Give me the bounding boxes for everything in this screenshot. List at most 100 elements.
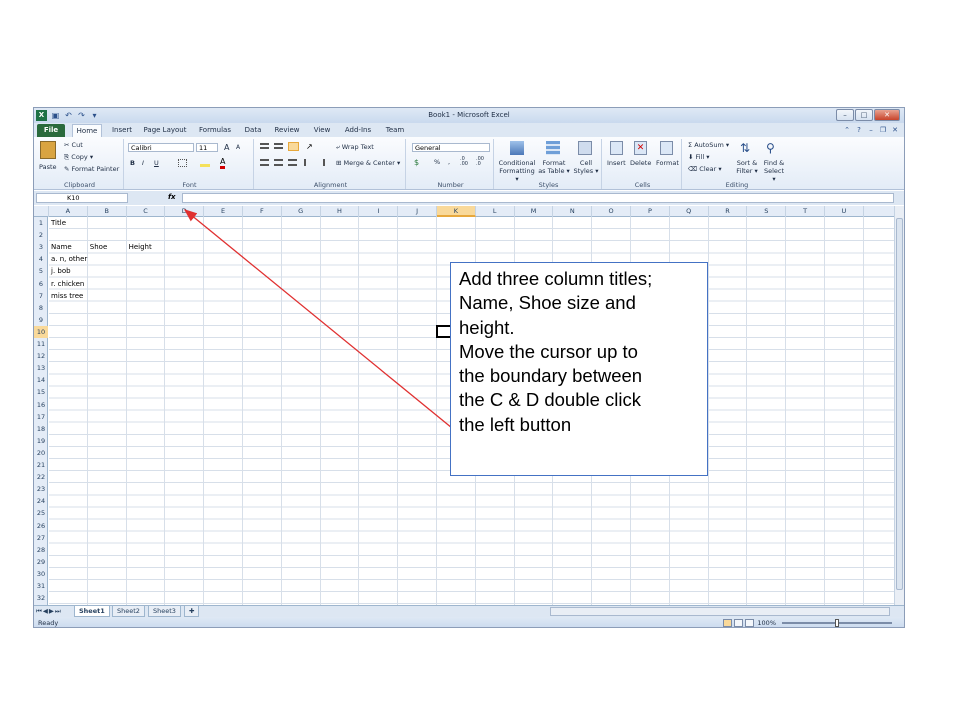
tab-review[interactable]: Review <box>272 124 302 137</box>
row-header-18[interactable]: 18 <box>34 423 48 435</box>
column-header-l[interactable]: L <box>476 206 515 217</box>
wrap-text-button[interactable]: ⤶ Wrap Text <box>336 143 374 152</box>
zoom-level[interactable]: 100% <box>757 619 776 627</box>
comma-button[interactable]: , <box>448 158 450 166</box>
column-header-d[interactable]: D <box>165 206 205 217</box>
row-header-19[interactable]: 19 <box>34 435 48 447</box>
cell-a3[interactable]: Name <box>51 241 72 253</box>
row-header-30[interactable]: 30 <box>34 568 48 580</box>
grow-font-button[interactable]: A <box>224 143 229 152</box>
cut-button[interactable]: ✂ Cut <box>64 141 83 149</box>
normal-view-icon[interactable] <box>723 619 732 627</box>
fill-button[interactable]: ⬇ Fill ▾ <box>688 153 710 161</box>
row-header-6[interactable]: 6 <box>34 278 48 290</box>
insert-sheet-icon[interactable]: ✚ <box>184 606 200 617</box>
format-as-table-button[interactable]: Format as Table ▾ <box>538 159 570 175</box>
font-size-select[interactable]: 11 <box>196 143 218 152</box>
cell-b3[interactable]: Shoe <box>90 241 107 253</box>
percent-button[interactable]: % <box>434 158 440 166</box>
align-middle-icon[interactable] <box>274 143 283 149</box>
row-header-5[interactable]: 5 <box>34 265 48 277</box>
row-header-1[interactable]: 1 <box>34 217 48 229</box>
decrease-decimal-button[interactable]: .00 .0 <box>476 157 490 167</box>
row-header-23[interactable]: 23 <box>34 483 48 495</box>
row-header-27[interactable]: 27 <box>34 532 48 544</box>
column-header-c[interactable]: C <box>127 206 166 217</box>
cell-a7[interactable]: miss tree <box>51 290 83 302</box>
column-header-a[interactable]: A <box>49 206 88 217</box>
sort-filter-button[interactable]: Sort & Filter ▾ <box>736 159 758 175</box>
vertical-scroll-thumb[interactable] <box>896 218 903 590</box>
row-header-9[interactable]: 9 <box>34 314 48 326</box>
cell-a5[interactable]: j. bob <box>51 265 71 277</box>
tab-data[interactable]: Data <box>242 124 264 137</box>
delete-cells-button[interactable]: Delete <box>630 159 651 167</box>
row-header-16[interactable]: 16 <box>34 399 48 411</box>
row-header-22[interactable]: 22 <box>34 471 48 483</box>
cell-styles-button[interactable]: Cell Styles ▾ <box>572 159 600 175</box>
format-painter-button[interactable]: ✎ Format Painter <box>64 165 119 173</box>
font-color-icon[interactable]: A <box>220 157 226 169</box>
tab-insert[interactable]: Insert <box>108 124 136 137</box>
insert-cells-button[interactable]: Insert <box>607 159 626 167</box>
row-header-11[interactable]: 11 <box>34 338 48 350</box>
column-header-e[interactable]: E <box>204 206 243 217</box>
tab-add-ins[interactable]: Add-Ins <box>342 124 374 137</box>
row-header-12[interactable]: 12 <box>34 350 48 362</box>
font-name-select[interactable]: Calibri <box>128 143 194 152</box>
row-header-15[interactable]: 15 <box>34 386 48 398</box>
column-header-j[interactable]: J <box>398 206 437 217</box>
decrease-indent-icon[interactable] <box>304 159 313 166</box>
tab-page-layout[interactable]: Page Layout <box>142 124 188 137</box>
row-header-3[interactable]: 3 <box>34 241 48 253</box>
row-header-32[interactable]: 32 <box>34 592 48 604</box>
tab-home[interactable]: Home <box>72 124 102 137</box>
row-header-31[interactable]: 31 <box>34 580 48 592</box>
column-header-m[interactable]: M <box>515 206 554 217</box>
column-header-g[interactable]: G <box>282 206 321 217</box>
column-header-n[interactable]: N <box>553 206 593 217</box>
column-header-f[interactable]: F <box>243 206 282 217</box>
sheet-tab-sheet2[interactable]: Sheet2 <box>112 606 145 617</box>
name-box[interactable]: K10 <box>36 193 128 203</box>
page-layout-view-icon[interactable] <box>734 619 743 627</box>
sheet-tab-sheet1[interactable]: Sheet1 <box>74 606 110 617</box>
formula-input[interactable] <box>182 193 894 203</box>
currency-icon[interactable]: $ <box>414 158 419 167</box>
italic-button[interactable]: I <box>142 159 144 167</box>
column-header-b[interactable]: B <box>88 206 127 217</box>
row-header-29[interactable]: 29 <box>34 556 48 568</box>
cell-a1[interactable]: Title <box>51 217 66 229</box>
doc-minimize-icon[interactable]: – <box>866 125 876 135</box>
row-header-17[interactable]: 17 <box>34 411 48 423</box>
select-all-corner[interactable] <box>34 206 49 217</box>
row-header-7[interactable]: 7 <box>34 290 48 302</box>
tab-file[interactable]: File <box>37 124 65 137</box>
bold-button[interactable]: B <box>130 159 135 167</box>
format-cells-button[interactable]: Format <box>656 159 679 167</box>
clear-button[interactable]: ⌫ Clear ▾ <box>688 165 722 173</box>
column-header-r[interactable]: R <box>709 206 748 217</box>
align-top-icon[interactable] <box>260 143 269 149</box>
zoom-slider-knob[interactable] <box>835 619 839 627</box>
row-header-20[interactable]: 20 <box>34 447 48 459</box>
fill-color-icon[interactable] <box>200 159 210 167</box>
column-header-o[interactable]: O <box>592 206 631 217</box>
doc-close-icon[interactable]: ✕ <box>890 125 900 135</box>
vertical-scrollbar[interactable] <box>894 206 904 605</box>
insert-function-button[interactable]: fx <box>168 193 176 201</box>
sheet-tab-sheet3[interactable]: Sheet3 <box>148 606 181 617</box>
number-format-select[interactable]: General <box>412 143 490 152</box>
row-header-8[interactable]: 8 <box>34 302 48 314</box>
help-icon[interactable]: ? <box>854 125 864 135</box>
tab-view[interactable]: View <box>310 124 334 137</box>
sheet-nav-buttons[interactable]: ⏮◀▶⏭ <box>36 607 62 616</box>
copy-button[interactable]: ⎘ Copy ▾ <box>64 153 93 162</box>
column-header-p[interactable]: P <box>631 206 670 217</box>
zoom-slider[interactable] <box>782 619 892 627</box>
close-button[interactable]: ✕ <box>874 109 900 121</box>
align-center-icon[interactable] <box>274 159 283 166</box>
orientation-icon[interactable]: ↗ <box>306 142 313 151</box>
align-left-icon[interactable] <box>260 159 269 166</box>
column-header-i[interactable]: I <box>359 206 399 217</box>
